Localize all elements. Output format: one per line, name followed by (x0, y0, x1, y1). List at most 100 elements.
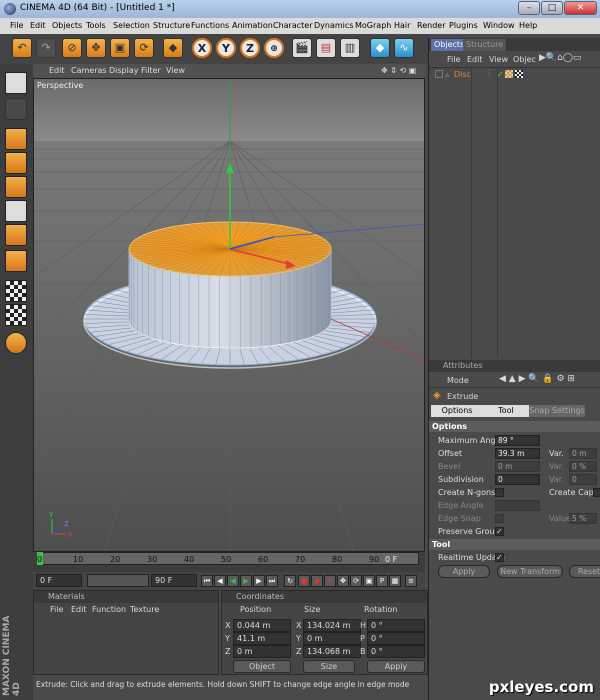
menu-structure[interactable]: Structure (153, 21, 190, 30)
y-axis-lock-button[interactable]: Y (216, 38, 236, 58)
apply-button[interactable]: Apply (438, 565, 490, 578)
x-axis-lock-button[interactable]: X (192, 38, 212, 58)
keyframe-rotation-icon[interactable]: ⟳ (350, 575, 362, 587)
menu-dynamics[interactable]: Dynamics (314, 21, 353, 30)
keyframe-pla-icon[interactable]: ▦ (389, 575, 401, 587)
menu-render[interactable]: Render (417, 21, 445, 30)
create-caps-checkbox[interactable] (593, 488, 600, 497)
attr-mode-menu[interactable]: Mode (447, 376, 469, 385)
goto-end-icon[interactable]: ⏭ (266, 575, 278, 587)
goto-start-icon[interactable]: ⏮ (201, 575, 213, 587)
position-y-field[interactable]: 41.1 m (233, 632, 291, 645)
offset-var-field[interactable]: 0 m (569, 448, 597, 459)
tab-objects[interactable]: Objects (431, 39, 468, 51)
position-x-field[interactable]: 0.044 m (233, 619, 291, 632)
object-row-disc[interactable]: ▵ Disc ⋮ ✓ (435, 68, 595, 80)
edge-angle-field[interactable] (495, 500, 540, 511)
perspective-viewport[interactable]: Y XZ Perspective (33, 78, 425, 552)
move-icon[interactable]: ✥ (86, 38, 106, 58)
coord-mode-select[interactable]: Object (233, 660, 291, 673)
tab-snap-settings[interactable]: Snap Settings (529, 405, 585, 417)
play-forward-icon[interactable]: ▶ (240, 575, 252, 587)
subdivision-field[interactable]: 0 (495, 474, 540, 485)
rotation-h-field[interactable]: 0 ° (367, 619, 425, 632)
position-z-field[interactable]: 0 m (233, 645, 291, 658)
timeline-options-icon[interactable]: ≡ (405, 575, 417, 587)
rotation-b-field[interactable]: 0 ° (367, 645, 425, 658)
menu-mograph[interactable]: MoGraph (355, 21, 391, 30)
object-axis-icon[interactable] (5, 128, 27, 150)
menu-character[interactable]: Character (273, 21, 313, 30)
edges-mode-icon[interactable] (5, 200, 27, 222)
subdivision-var-field[interactable]: 0 (569, 474, 597, 485)
menu-hair[interactable]: Hair (394, 21, 410, 30)
keyframe-selection-icon[interactable]: ⊘ (324, 575, 336, 587)
menu-functions[interactable]: Functions (191, 21, 229, 30)
keyframe-position-icon[interactable]: ✥ (337, 575, 349, 587)
z-axis-lock-button[interactable]: Z (240, 38, 260, 58)
preserve-groups-checkbox[interactable]: ✓ (495, 527, 504, 536)
menu-objects[interactable]: Objects (52, 21, 82, 30)
coord-size-select[interactable]: Size (303, 660, 355, 673)
offset-field[interactable]: 39.3 m (495, 448, 540, 459)
redo-icon[interactable]: ↷ (36, 38, 56, 58)
play-backward-icon[interactable]: ◀ (227, 575, 239, 587)
next-key-icon[interactable]: ▶ (253, 575, 265, 587)
menu-edit[interactable]: Edit (30, 21, 46, 30)
realtime-update-checkbox[interactable]: ✓ (495, 553, 504, 562)
enabled-check-icon[interactable]: ✓ (497, 70, 504, 79)
start-frame-field[interactable]: 0 F (36, 574, 82, 587)
mat-menu-file[interactable]: File (50, 605, 63, 614)
spline-pen-icon[interactable]: ∿ (394, 38, 414, 58)
render-settings-icon[interactable]: ▥ (340, 38, 360, 58)
vp-menu-filter[interactable]: Filter (141, 66, 161, 75)
record-icon[interactable]: ● (298, 575, 310, 587)
model-mode-icon[interactable] (5, 98, 27, 120)
rotate-icon[interactable]: ⟳ (134, 38, 154, 58)
size-z-field[interactable]: 134.068 m (303, 645, 361, 658)
menu-plugins[interactable]: Plugins (449, 21, 478, 30)
menu-file[interactable]: File (10, 21, 23, 30)
tab-structure[interactable]: Structure (463, 39, 507, 51)
om-toolbar-icons[interactable]: ▶🔍⌂◯▭ (539, 53, 581, 63)
vp-menu-edit[interactable]: Edit (49, 66, 65, 75)
keyframe-scale-icon[interactable]: ▣ (363, 575, 375, 587)
undo-icon[interactable]: ↶ (12, 38, 32, 58)
minimize-button[interactable]: – (518, 1, 540, 15)
end-frame-field[interactable]: 90 F (151, 574, 197, 587)
recent-tools-icon[interactable]: ◆ (163, 38, 183, 58)
vp-menu-cameras[interactable]: Cameras (71, 66, 107, 75)
size-x-field[interactable]: 134.024 m (303, 619, 361, 632)
attr-toolbar-icons[interactable]: ◀ ▲ ▶ 🔍 🔒 ⚙ ⊞ (499, 374, 575, 384)
points-mode-icon[interactable] (5, 176, 27, 198)
edge-snap-checkbox[interactable] (495, 514, 504, 523)
cube-primitive-icon[interactable]: ◆ (370, 38, 390, 58)
texture-mode-icon[interactable] (5, 152, 27, 174)
autokey-icon[interactable]: ◉ (311, 575, 323, 587)
live-selection-icon[interactable]: ⊘ (62, 38, 82, 58)
tab-tool[interactable]: Tool (483, 405, 529, 417)
frame-slider-field[interactable] (87, 574, 149, 587)
visibility-dots-icon[interactable]: ⋮ (485, 68, 493, 77)
checker-texture-icon[interactable] (5, 280, 27, 302)
coord-apply-button[interactable]: Apply (367, 660, 425, 673)
polygons-mode-icon[interactable] (5, 224, 27, 246)
menu-animation[interactable]: Animation (232, 21, 273, 30)
menu-selection[interactable]: Selection (113, 21, 150, 30)
render-picture-viewer-icon[interactable]: ▤ (316, 38, 336, 58)
phong-tag-icon[interactable] (505, 70, 513, 78)
om-menu-objects[interactable]: Objec (513, 55, 536, 64)
om-menu-file[interactable]: File (447, 55, 460, 64)
uv-mode-icon[interactable] (5, 250, 27, 272)
scale-icon[interactable]: ▣ (110, 38, 130, 58)
mat-menu-function[interactable]: Function (92, 605, 126, 614)
new-transform-button[interactable]: New Transform (497, 565, 563, 578)
world-coordinates-icon[interactable]: ⊕ (264, 38, 284, 58)
om-menu-edit[interactable]: Edit (467, 55, 483, 64)
object-name-disc[interactable]: Disc (454, 70, 471, 79)
tweak-mode-icon[interactable] (5, 304, 27, 326)
value-field[interactable]: 5 % (569, 513, 597, 524)
menu-tools[interactable]: Tools (86, 21, 106, 30)
menu-help[interactable]: Help (519, 21, 537, 30)
maximize-button[interactable]: □ (541, 1, 563, 15)
